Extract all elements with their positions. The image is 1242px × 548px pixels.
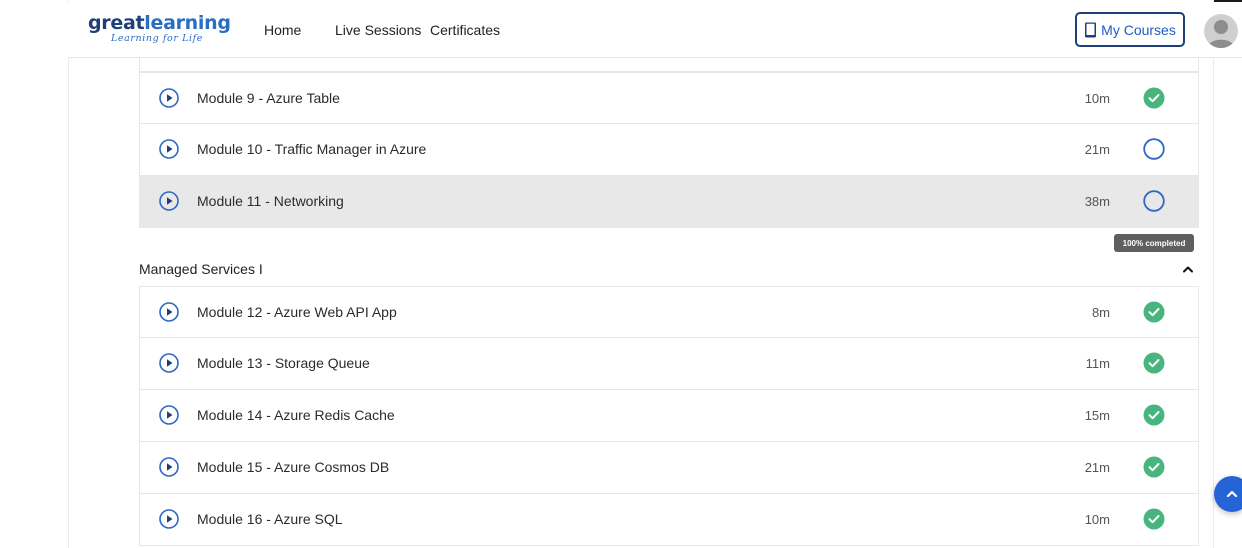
module-row[interactable]: Module 14 - Azure Redis Cache 15m bbox=[139, 390, 1199, 442]
user-avatar-icon[interactable] bbox=[1204, 14, 1238, 48]
my-courses-label: My Courses bbox=[1101, 21, 1176, 38]
module-duration: 21m bbox=[1084, 142, 1110, 157]
module-duration: 8m bbox=[1091, 305, 1110, 320]
module-row[interactable]: Module 10 - Traffic Manager in Azure 21m bbox=[139, 124, 1199, 176]
module-title[interactable]: Module 16 - Azure SQL bbox=[197, 511, 343, 527]
check-circle-icon bbox=[1143, 404, 1165, 426]
module-title[interactable]: Module 15 - Azure Cosmos DB bbox=[197, 459, 389, 475]
play-circle-icon[interactable] bbox=[159, 191, 179, 211]
play-circle-icon[interactable] bbox=[159, 457, 179, 477]
module-row[interactable]: Module 15 - Azure Cosmos DB 21m bbox=[139, 442, 1199, 494]
module-duration: 21m bbox=[1084, 460, 1110, 475]
section-title: Managed Services I bbox=[139, 261, 263, 277]
module-duration: 38m bbox=[1084, 194, 1110, 209]
module-title[interactable]: Module 13 - Storage Queue bbox=[197, 355, 370, 371]
play-circle-icon[interactable] bbox=[159, 509, 179, 529]
check-circle-icon bbox=[1143, 456, 1165, 478]
empty-circle-icon[interactable] bbox=[1143, 190, 1165, 212]
check-circle-icon bbox=[1143, 508, 1165, 530]
module-duration: 11m bbox=[1085, 356, 1110, 371]
empty-circle-icon[interactable] bbox=[1143, 138, 1165, 160]
check-circle-icon bbox=[1143, 87, 1165, 109]
chevron-up-icon[interactable] bbox=[1181, 262, 1195, 276]
module-duration: 10m bbox=[1084, 91, 1110, 106]
logo-word-learning: learning bbox=[144, 12, 231, 34]
module-duration: 10m bbox=[1084, 512, 1110, 527]
play-circle-icon[interactable] bbox=[159, 139, 179, 159]
nav-home[interactable]: Home bbox=[264, 22, 301, 38]
check-circle-icon bbox=[1143, 352, 1165, 374]
logo-word-great: great bbox=[88, 12, 145, 34]
site-header: greatlearning Learning for Life Home Liv… bbox=[68, 2, 1242, 58]
completion-tooltip: 100% completed bbox=[1114, 234, 1194, 252]
module-row[interactable]: Module 9 - Azure Table 10m bbox=[139, 72, 1199, 124]
module-row[interactable]: Module 13 - Storage Queue 11m bbox=[139, 338, 1199, 390]
check-circle-icon bbox=[1143, 301, 1165, 323]
module-title[interactable]: Module 10 - Traffic Manager in Azure bbox=[197, 141, 426, 157]
module-title[interactable]: Module 14 - Azure Redis Cache bbox=[197, 407, 395, 423]
module-title[interactable]: Module 9 - Azure Table bbox=[197, 90, 340, 106]
book-icon bbox=[1085, 22, 1097, 37]
module-row-highlighted[interactable]: Module 11 - Networking 38m bbox=[139, 176, 1199, 228]
play-circle-icon[interactable] bbox=[159, 88, 179, 108]
play-circle-icon[interactable] bbox=[159, 405, 179, 425]
nav-live-sessions[interactable]: Live Sessions bbox=[335, 22, 421, 38]
my-courses-button[interactable]: My Courses bbox=[1075, 12, 1185, 47]
play-circle-icon[interactable] bbox=[159, 302, 179, 322]
module-duration: 15m bbox=[1084, 408, 1110, 423]
logo-tagline: Learning for Life bbox=[111, 33, 203, 44]
greatlearning-logo[interactable]: greatlearning Learning for Life bbox=[88, 12, 231, 44]
module-title[interactable]: Module 12 - Azure Web API App bbox=[197, 304, 397, 320]
module-row[interactable]: Module 12 - Azure Web API App 8m bbox=[139, 286, 1199, 338]
arrow-up-icon bbox=[1226, 490, 1238, 498]
play-circle-icon[interactable] bbox=[159, 353, 179, 373]
nav-certificates[interactable]: Certificates bbox=[430, 22, 500, 38]
module-row[interactable]: Module 16 - Azure SQL 10m bbox=[139, 494, 1199, 546]
module-list-section: Module 12 - Azure Web API App 8m Module … bbox=[139, 286, 1199, 546]
module-title[interactable]: Module 11 - Networking bbox=[197, 193, 344, 209]
previous-section-edge bbox=[139, 58, 1199, 72]
module-list-top: Module 9 - Azure Table 10m Module 10 - T… bbox=[139, 72, 1199, 228]
scroll-to-top-button[interactable] bbox=[1214, 476, 1242, 512]
